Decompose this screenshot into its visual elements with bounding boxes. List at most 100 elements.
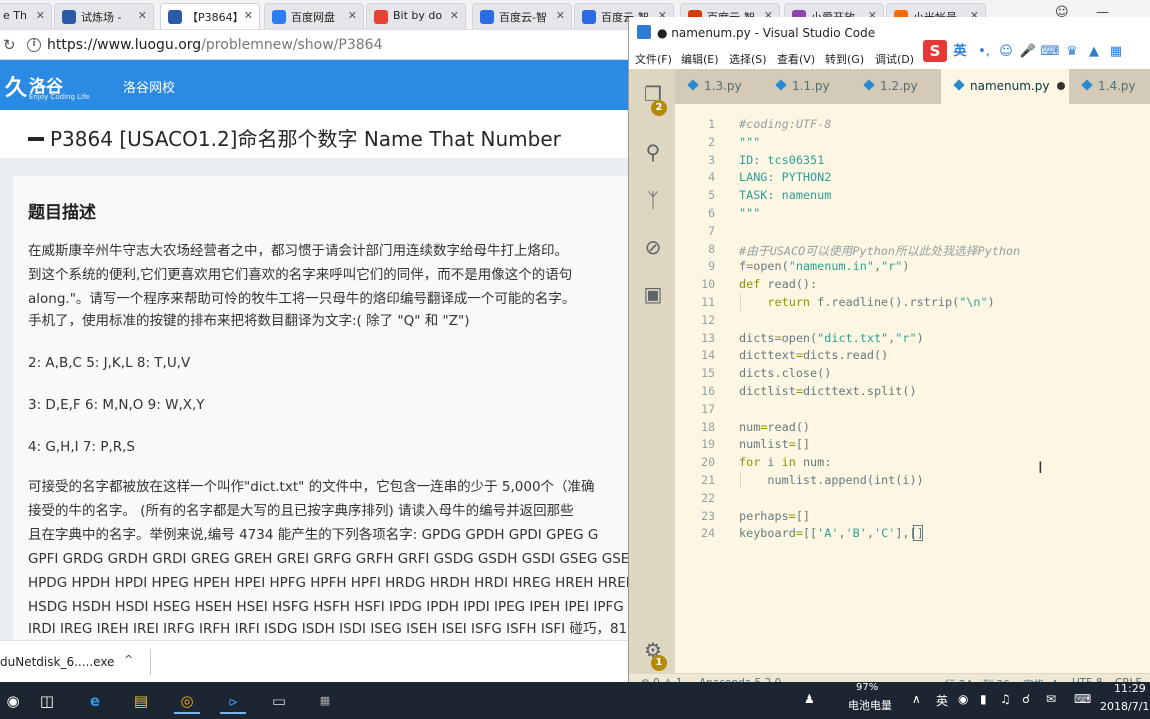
punctuation-icon[interactable]: •, bbox=[973, 42, 995, 62]
chevron-up-icon[interactable]: ^ bbox=[124, 653, 133, 666]
clock-date[interactable]: 2018/7/1 bbox=[1100, 700, 1149, 713]
section-heading: 题目描述 bbox=[28, 203, 96, 223]
clock-time[interactable]: 11:29 bbox=[1114, 682, 1146, 695]
menu-item[interactable]: 文件(F) bbox=[635, 51, 672, 67]
menu-item[interactable]: 转到(G) bbox=[825, 51, 864, 67]
editor-tab[interactable]: 1.1.py bbox=[763, 69, 851, 104]
search-icon[interactable]: ⚲ bbox=[640, 139, 666, 165]
code-line[interactable]: dicttext=dicts.read() bbox=[739, 348, 888, 362]
nav-link-school[interactable]: 洛谷网校 bbox=[123, 77, 175, 96]
code-line[interactable]: #由于USACO可以使用Python所以此处我选择Python bbox=[739, 242, 1020, 259]
network-icon[interactable]: ☌ bbox=[1022, 692, 1030, 706]
editor-tab[interactable]: 1.4.py bbox=[1069, 69, 1150, 104]
browser-tab[interactable]: Bit by do ✕ bbox=[366, 3, 466, 29]
line-number: 3 bbox=[708, 152, 715, 167]
editor-tab[interactable]: 1.2.py bbox=[851, 69, 941, 104]
debug-icon[interactable]: ⊘ bbox=[640, 234, 666, 260]
code-line[interactable]: dicts.close() bbox=[739, 366, 831, 380]
volume-icon[interactable]: ♫ bbox=[1000, 692, 1011, 706]
code-editor[interactable]: I #coding:UTF-8 """ ID: tcs06351 LANG: PYTH… bbox=[739, 104, 1150, 673]
close-icon[interactable]: ✕ bbox=[450, 9, 459, 22]
url-input[interactable]: https://www.luogu.org/problemnew/show/P3… bbox=[47, 37, 382, 53]
code-line[interactable]: numlist=[] bbox=[739, 437, 810, 451]
code-line[interactable]: def read(): bbox=[739, 277, 817, 291]
shirt-icon[interactable]: ▲ bbox=[1083, 42, 1105, 62]
editor-tab-label: namenum.py bbox=[970, 79, 1050, 93]
line-number: 12 bbox=[701, 312, 715, 327]
editor-tab-label: 1.4.py bbox=[1098, 79, 1136, 93]
code-token: dicts.read() bbox=[802, 348, 889, 363]
mail-icon[interactable]: ✉ bbox=[1046, 692, 1056, 706]
code-line[interactable]: return f.readline().rstrip("\n") bbox=[739, 295, 994, 309]
ime-lang-toggle[interactable]: 英 bbox=[949, 42, 971, 62]
source-control-icon[interactable]: ᛉ bbox=[640, 187, 666, 213]
close-icon[interactable]: ✕ bbox=[556, 9, 565, 22]
app-icon[interactable]: ▦ bbox=[312, 688, 338, 714]
code-line[interactable]: ID: tcs06351 bbox=[739, 153, 824, 167]
code-line[interactable]: dictlist=dicttext.split() bbox=[739, 384, 917, 398]
unsaved-dot-icon[interactable] bbox=[1057, 82, 1066, 90]
browser-tab[interactable]: 【P3864】 ✕ bbox=[160, 3, 260, 29]
chevron-up-tray-icon[interactable]: ∧ bbox=[912, 692, 921, 706]
code-line[interactable]: keyboard=[['A','B','C'],[] bbox=[739, 526, 924, 540]
code-token: dicts bbox=[739, 330, 775, 345]
microphone-icon[interactable]: 🎤 bbox=[1017, 42, 1039, 62]
edge-icon[interactable]: e bbox=[82, 688, 108, 714]
tab-label: Bit by do bbox=[393, 9, 443, 22]
code-line[interactable]: for i in num: bbox=[739, 455, 831, 469]
extensions-icon[interactable]: ▣ bbox=[640, 281, 666, 307]
close-icon[interactable]: ✕ bbox=[138, 9, 147, 22]
code-line[interactable]: perhaps=[] bbox=[739, 509, 810, 523]
chrome-icon[interactable]: ◎ bbox=[174, 688, 200, 714]
wifi-icon[interactable]: ◉ bbox=[958, 692, 968, 706]
code-line[interactable]: f=open("namenum.in","r") bbox=[739, 259, 910, 273]
skin-icon[interactable]: ♛ bbox=[1061, 42, 1083, 62]
code-token: = bbox=[774, 330, 782, 345]
toolbox-icon[interactable]: ▦ bbox=[1105, 42, 1127, 62]
reload-icon[interactable]: ↻ bbox=[3, 36, 16, 54]
editor-tab-label: 1.2.py bbox=[880, 79, 918, 93]
people-icon[interactable]: ♟ bbox=[804, 692, 815, 706]
file-explorer-icon[interactable]: ▤ bbox=[128, 688, 154, 714]
code-line[interactable]: numlist.append(int(i)) bbox=[739, 473, 924, 487]
code-line[interactable]: """ bbox=[739, 135, 760, 149]
menu-item[interactable]: 调试(D) bbox=[875, 51, 914, 67]
code-line[interactable]: dicts=open("dict.txt","r") bbox=[739, 331, 924, 345]
code-token: numlist.append(int(i)) bbox=[739, 473, 924, 487]
editor-tab[interactable]: namenum.py bbox=[941, 69, 1069, 104]
close-icon[interactable]: ✕ bbox=[348, 9, 357, 22]
code-token: """ bbox=[739, 206, 761, 220]
code-line[interactable]: LANG: PYTHON2 bbox=[739, 170, 831, 184]
menu-item[interactable]: 编辑(E) bbox=[681, 51, 719, 67]
code-token: dictlist bbox=[739, 384, 796, 398]
emoji-icon[interactable]: ☺ bbox=[995, 42, 1017, 62]
description-line: 可接受的名字都被放在这样一个叫作"dict.txt" 的文件中，它包含一连串的少… bbox=[28, 479, 595, 495]
code-token: read() bbox=[767, 419, 811, 434]
keyboard-tray-icon[interactable]: ⌨ bbox=[1074, 692, 1091, 706]
task-view-icon[interactable]: ◫ bbox=[34, 688, 60, 714]
editor-tab[interactable]: 1.3.py bbox=[675, 69, 763, 104]
keyboard-icon[interactable]: ⌨ bbox=[1039, 42, 1061, 62]
menu-item[interactable]: 选择(S) bbox=[729, 51, 767, 67]
menu-item[interactable]: 查看(V) bbox=[777, 51, 815, 67]
close-icon[interactable]: ✕ bbox=[244, 9, 253, 22]
code-line[interactable]: num=read() bbox=[739, 420, 810, 434]
download-filename[interactable]: duNetdisk_6.....exe bbox=[0, 655, 114, 669]
info-icon[interactable]: i bbox=[27, 38, 41, 52]
line-number: 2 bbox=[708, 134, 715, 149]
terminal-icon[interactable]: ▭ bbox=[266, 688, 292, 714]
browser-tab[interactable]: 试炼场 - ✕ bbox=[54, 3, 154, 29]
windows-start-icon[interactable]: ◉ bbox=[0, 688, 26, 714]
code-line[interactable]: #coding:UTF-8 bbox=[739, 117, 831, 131]
browser-tab[interactable]: e Th ✕ bbox=[0, 3, 52, 29]
sogou-ime-icon[interactable]: S bbox=[923, 40, 947, 62]
browser-tab[interactable]: 百度网盘 ✕ bbox=[264, 3, 364, 29]
vscode-taskbar-icon[interactable]: ⪧ bbox=[220, 688, 246, 714]
ime-indicator[interactable]: 英 bbox=[936, 692, 948, 709]
close-icon[interactable]: ✕ bbox=[36, 9, 45, 22]
description-line: GPFI GRDG GRDH GRDI GREG GREH GREI GRFG … bbox=[28, 551, 640, 567]
browser-tab[interactable]: 百度云-智 ✕ bbox=[472, 3, 572, 29]
code-line[interactable]: TASK: namenum bbox=[739, 188, 831, 202]
code-line[interactable]: """ bbox=[739, 206, 760, 220]
battery-icon[interactable]: ▮ bbox=[980, 692, 987, 706]
